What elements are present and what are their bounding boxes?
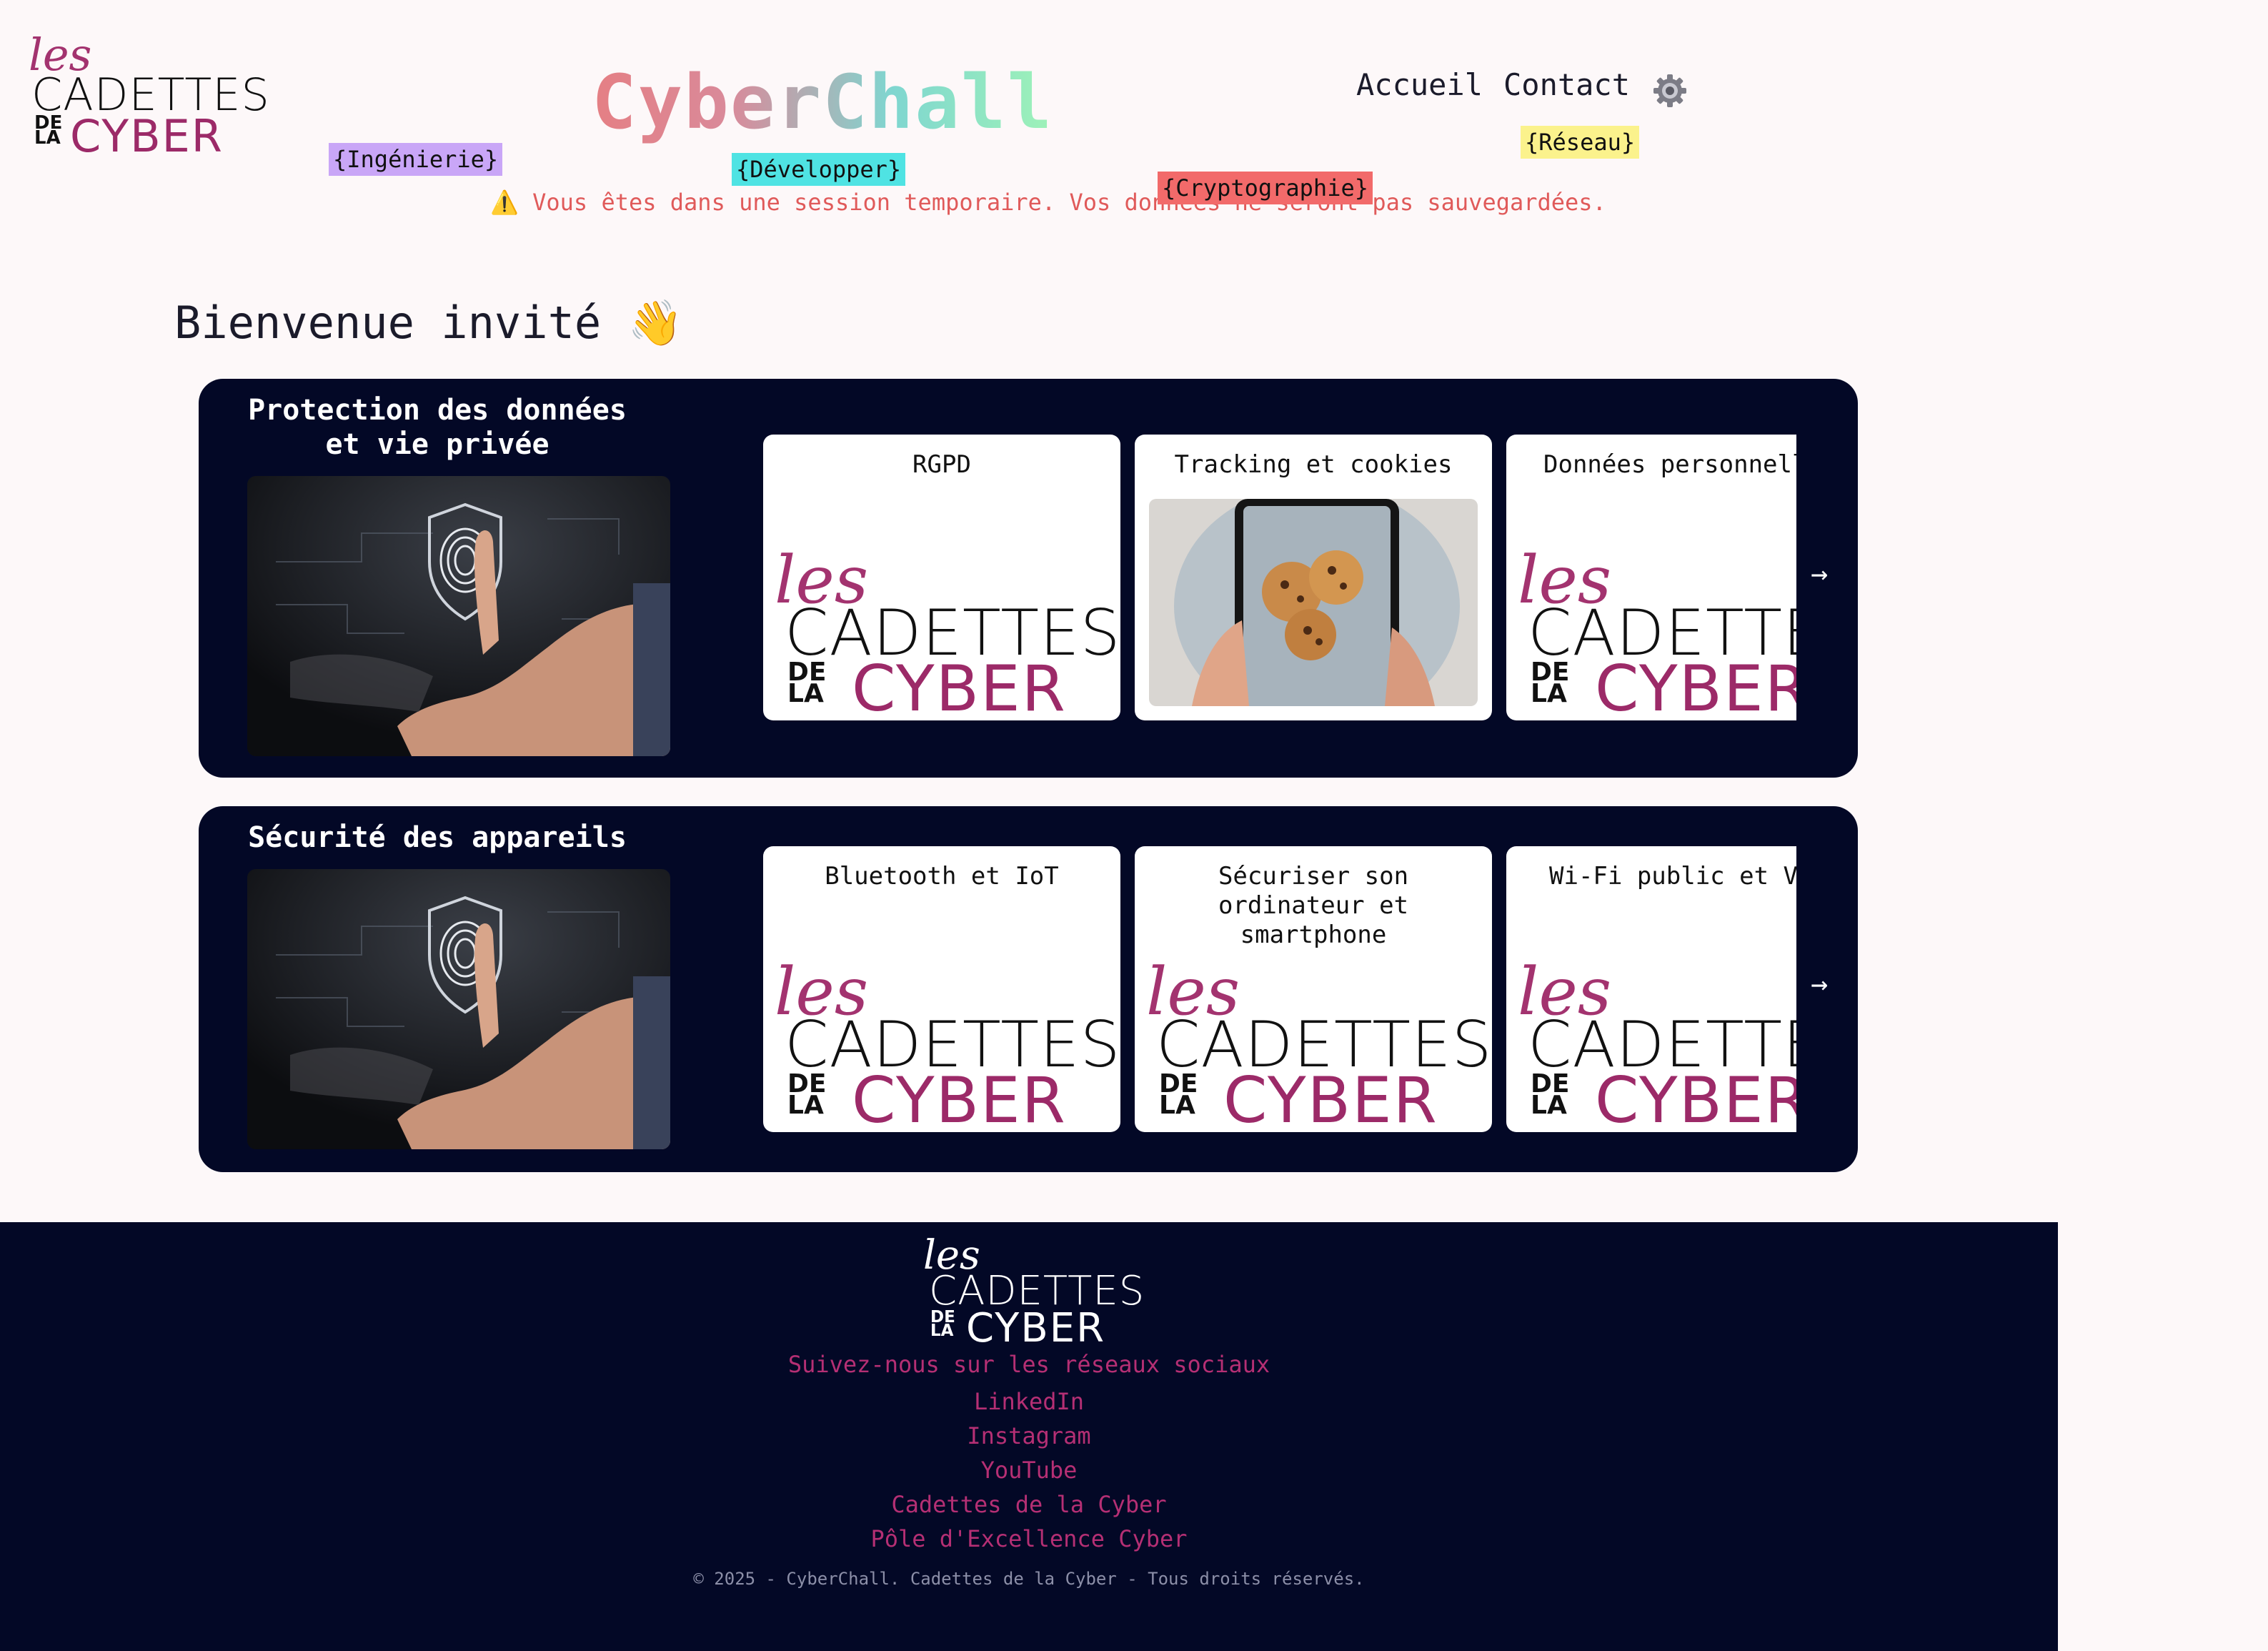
challenge-card[interactable]: RGPD les CADETTES DE LA CYBER [763, 435, 1120, 720]
footer-copyright: © 2025 - CyberChall. Cadettes de la Cybe… [693, 1569, 1365, 1589]
card-logo: les CADETTES DELA CYBER [775, 953, 1120, 1132]
footer-link-instagram[interactable]: Instagram [0, 1422, 2058, 1449]
category-panel-privacy: Protection des données et vie privée RGP… [199, 379, 1858, 778]
category-panel-devices: Sécurité des appareils Bluetooth et IoT … [199, 806, 1858, 1172]
tag-developper[interactable]: {Développer} [732, 153, 906, 187]
welcome-heading: Bienvenue invité 👋 [174, 297, 683, 349]
card-title: RGPD [912, 450, 971, 479]
card-logo: les CADETTES DELA CYBER [775, 542, 1120, 720]
challenge-card[interactable]: Bluetooth et IoT les CADETTES DE LA CYBER [763, 846, 1120, 1132]
tag-ingenierie[interactable]: {Ingénierie} [329, 143, 503, 177]
footer-logo[interactable]: les CADETTES DE LA CYBER [923, 1232, 1144, 1352]
tag-reseau[interactable]: {Réseau} [1521, 126, 1640, 159]
challenge-card[interactable]: Tracking et cookies [1135, 435, 1492, 720]
site-title[interactable]: CyberChall [592, 59, 1053, 146]
challenge-card[interactable]: Wi-Fi public et VP les CADETTES DELA CYB… [1506, 846, 1796, 1132]
gear-icon[interactable] [1652, 73, 1688, 109]
session-warning: ⚠️ Vous êtes dans une session temporaire… [490, 189, 1606, 216]
cookies-phone-photo [1149, 499, 1478, 706]
card-logo: les CADETTES DELA CYBER [1146, 953, 1492, 1132]
header-logo[interactable]: les CADETTES DE LA CYBER [26, 29, 269, 162]
category-image-fingerprint [247, 476, 670, 756]
footer-link-cadettes[interactable]: Cadettes de la Cyber [0, 1491, 2058, 1518]
nav-accueil[interactable]: Accueil [1356, 67, 1483, 102]
footer: les CADETTES DE LA CYBER Suivez-nous sur … [0, 1222, 2058, 1651]
challenge-card[interactable]: Données personnell les CADETTES DELA CYB… [1506, 435, 1796, 720]
card-title: Wi-Fi public et VP [1549, 862, 1796, 891]
card-title: Bluetooth et IoT [825, 862, 1059, 891]
card-logo: les CADETTES DELA CYBER [1518, 542, 1796, 720]
card-title: Sécuriser son ordinateur et smartphone [1218, 862, 1409, 949]
card-logo: les CADETTES DELA CYBER [1518, 953, 1796, 1132]
footer-link-youtube[interactable]: YouTube [0, 1457, 2058, 1484]
footer-social-heading: Suivez-nous sur les réseaux sociaux [787, 1351, 1270, 1378]
card-carousel: RGPD les CADETTES DE LA CYBER Tracking et… [763, 435, 1796, 720]
category-image-fingerprint [247, 869, 670, 1149]
challenge-card[interactable]: Sécuriser son ordinateur et smartphone l… [1135, 846, 1492, 1132]
category-title: Sécurité des appareils [248, 821, 627, 854]
card-title: Tracking et cookies [1174, 450, 1453, 479]
tag-cryptographie[interactable]: {Cryptographie} [1158, 172, 1373, 205]
nav-contact[interactable]: Contact [1503, 67, 1630, 102]
footer-link-pole-excellence[interactable]: Pôle d'Excellence Cyber [0, 1525, 2058, 1552]
carousel-next-arrow[interactable]: → [1811, 968, 1828, 1001]
card-title: Données personnell [1543, 450, 1796, 479]
footer-link-linkedin[interactable]: LinkedIn [0, 1388, 2058, 1415]
card-carousel: Bluetooth et IoT les CADETTES DE LA CYBER… [763, 846, 1796, 1132]
carousel-next-arrow[interactable]: → [1811, 557, 1828, 590]
logo-cyber: CYBER [70, 110, 224, 162]
category-title: Protection des données et vie privée [248, 394, 627, 461]
logo-de-la: DE LA [34, 112, 63, 149]
